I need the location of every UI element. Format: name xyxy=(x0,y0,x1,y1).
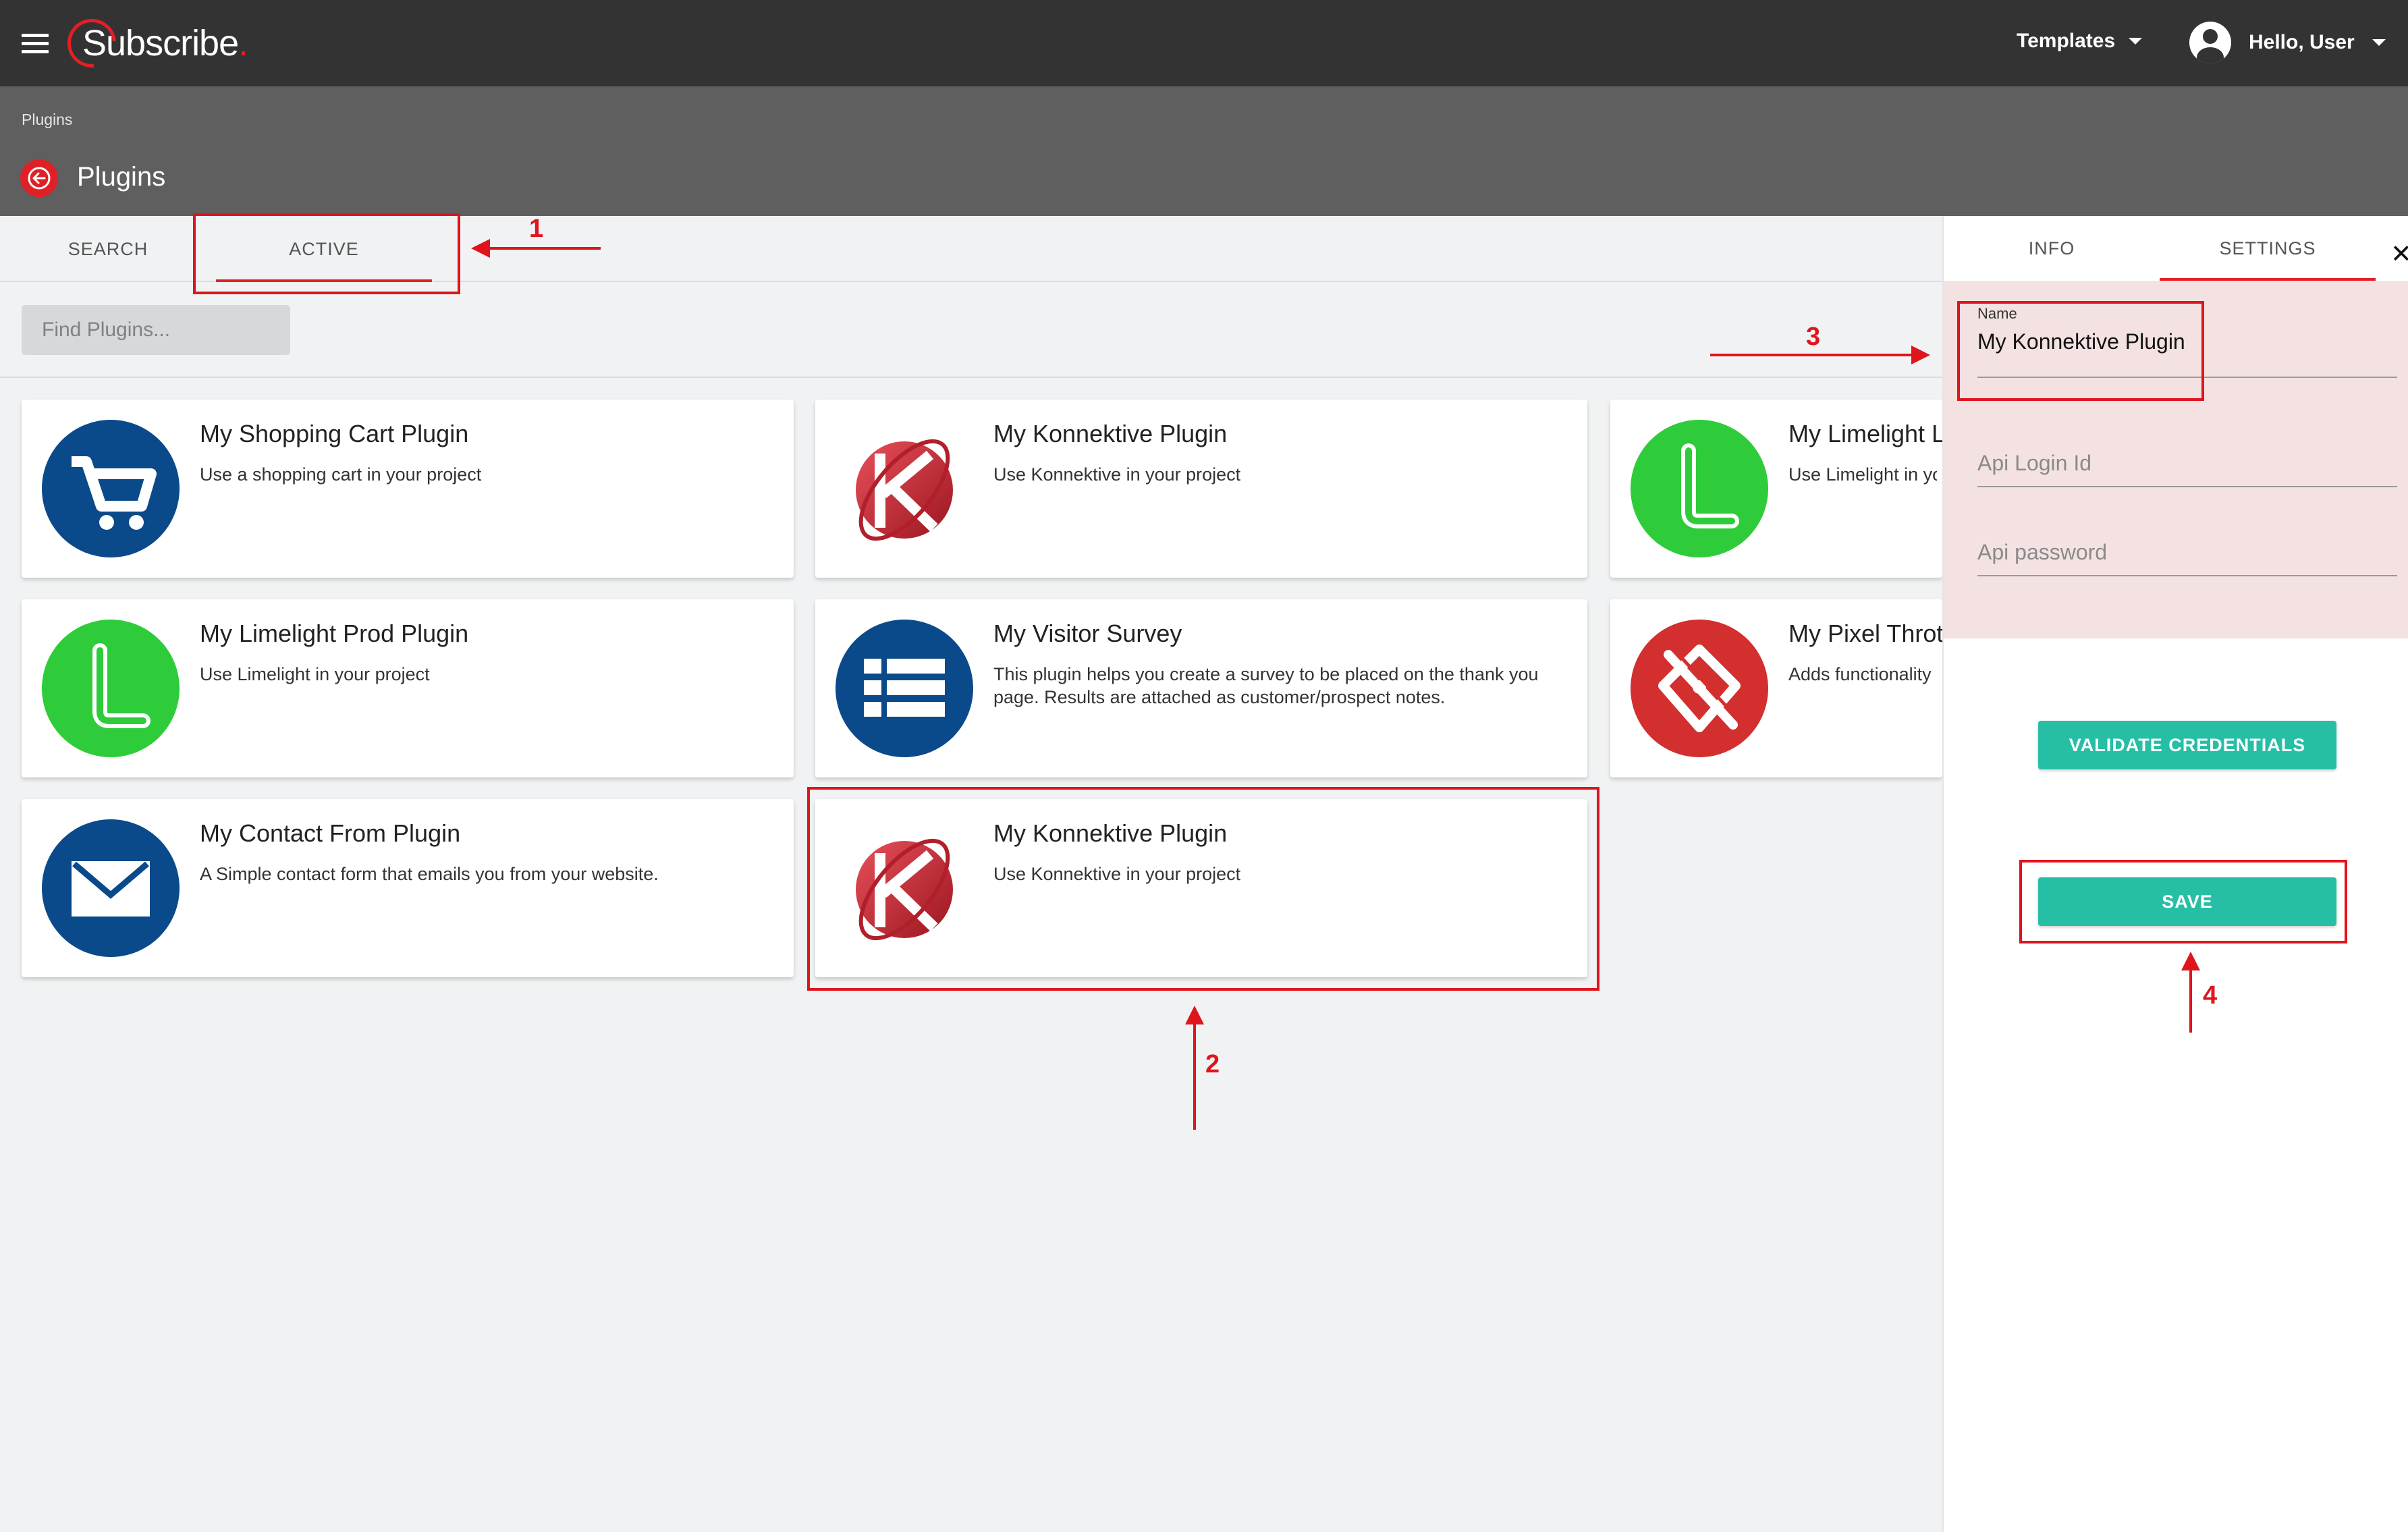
arrow-line xyxy=(2189,968,2192,1033)
page-title: Plugins xyxy=(77,162,166,192)
validate-credentials-button[interactable]: VALIDATE CREDENTIALS xyxy=(2038,721,2336,769)
plugin-title: My Pixel Throt xyxy=(1788,620,1942,647)
find-plugins-input[interactable] xyxy=(22,305,290,355)
plugin-title: My Visitor Survey xyxy=(993,620,1182,647)
templates-label: Templates xyxy=(2017,30,2116,52)
highlight-box-selected-card xyxy=(807,787,1599,991)
subscribe-logo[interactable]: Subscribe. xyxy=(57,9,248,78)
api-password-underline xyxy=(1977,575,2397,576)
plugin-title: My Shopping Cart Plugin xyxy=(200,420,469,447)
pixel-blocked-icon xyxy=(1631,620,1768,757)
plugin-description: This plugin helps you create a survey to… xyxy=(993,664,1539,707)
tab-search[interactable]: SEARCH xyxy=(0,216,216,282)
survey-list-icon xyxy=(836,620,973,757)
annotation-number: 2 xyxy=(1205,1050,1220,1078)
api-login-id-field[interactable]: Api Login Id xyxy=(1977,451,2091,476)
breadcrumb[interactable]: Plugins xyxy=(22,111,72,129)
limelight-icon xyxy=(42,620,180,757)
arrow-line xyxy=(1193,1022,1196,1130)
account-circle-icon xyxy=(2189,22,2231,63)
caret-down-icon xyxy=(2129,38,2143,45)
hamburger-menu-icon[interactable] xyxy=(22,34,49,54)
annotation-number: 1 xyxy=(529,215,544,243)
arrow-left-icon xyxy=(28,167,51,190)
plugin-card[interactable]: My Contact From Plugin A Simple contact … xyxy=(22,799,794,977)
api-password-field[interactable]: Api password xyxy=(1977,540,2107,565)
shopping-cart-icon xyxy=(42,420,180,557)
arrow-head-right-icon xyxy=(1911,346,1930,364)
plugin-title: My Limelight L xyxy=(1788,420,1942,447)
templates-dropdown[interactable]: Templates xyxy=(2017,30,2143,53)
plugin-card[interactable]: My Pixel Throt Adds functionality xyxy=(1610,599,1942,777)
arrow-line xyxy=(487,247,601,250)
search-row xyxy=(0,283,1942,378)
plugin-description: Use Limelight in yo xyxy=(1788,464,1937,485)
limelight-icon xyxy=(1631,420,1768,557)
plugin-card[interactable]: My Limelight L Use Limelight in yo xyxy=(1610,400,1942,578)
plugin-description: Adds functionality xyxy=(1788,664,1932,684)
plugin-title: My Limelight Prod Plugin xyxy=(200,620,469,647)
close-icon[interactable]: ✕ xyxy=(2390,239,2408,269)
logo-text: Subscribe xyxy=(82,23,239,63)
plugin-card[interactable]: My Visitor Survey This plugin helps you … xyxy=(815,599,1587,777)
tab-settings[interactable]: SETTINGS xyxy=(2160,216,2376,281)
plugin-description: A Simple contact form that emails you fr… xyxy=(200,864,659,884)
plugin-description: Use a shopping cart in your project xyxy=(200,464,482,485)
highlight-box-name-field xyxy=(1957,301,2204,401)
user-greeting: Hello, User xyxy=(2249,31,2355,53)
annotation-number: 4 xyxy=(2203,981,2218,1010)
api-login-underline xyxy=(1977,486,2397,487)
back-arrow-button[interactable] xyxy=(20,159,58,197)
plugin-title: My Konnektive Plugin xyxy=(993,420,1228,447)
tab-info[interactable]: INFO xyxy=(1944,216,2160,281)
plugin-card[interactable]: My Shopping Cart Plugin Use a shopping c… xyxy=(22,400,794,578)
plugin-title: My Contact From Plugin xyxy=(200,819,461,847)
page-header: Plugins Plugins xyxy=(0,86,2408,216)
konnektive-logo-icon xyxy=(836,420,973,557)
plugin-card[interactable]: My Konnektive Plugin Use Konnektive in y… xyxy=(815,400,1587,578)
logo-dot: . xyxy=(238,23,248,63)
plugin-description: Use Konnektive in your project xyxy=(993,464,1241,485)
highlight-box-save-button xyxy=(2019,860,2347,943)
caret-down-icon xyxy=(2372,39,2386,46)
envelope-icon xyxy=(42,819,180,957)
annotation-number: 3 xyxy=(1806,323,1821,351)
plugin-description: Use Limelight in your project xyxy=(200,664,430,684)
highlight-box-active-tab xyxy=(193,213,460,294)
plugin-card[interactable]: My Limelight Prod Plugin Use Limelight i… xyxy=(22,599,794,777)
arrow-line xyxy=(1710,354,1913,356)
user-menu[interactable]: Hello, User xyxy=(2189,22,2386,63)
top-app-bar: Subscribe. Templates Hello, User xyxy=(0,0,2408,86)
